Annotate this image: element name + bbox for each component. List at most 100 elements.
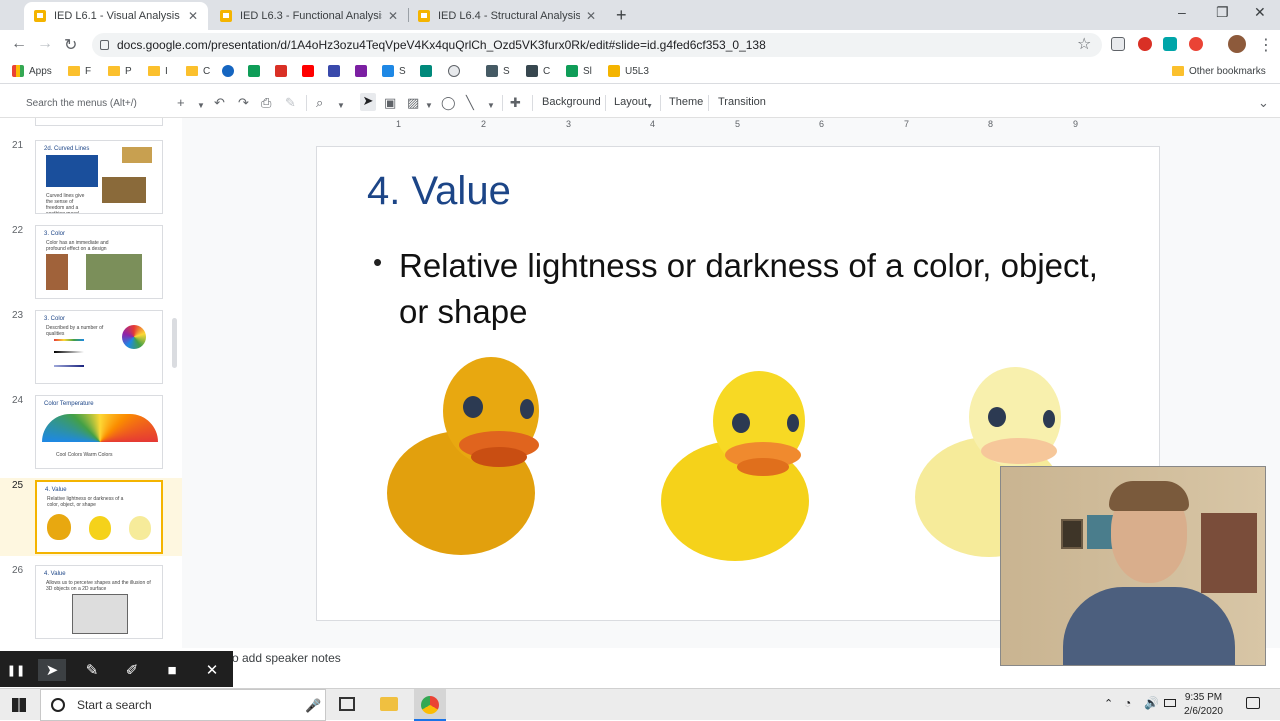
- bookmark-link[interactable]: C: [526, 63, 550, 79]
- collapse-toolbar-icon[interactable]: ⌄: [1258, 95, 1269, 111]
- close-tab-icon[interactable]: ✕: [188, 9, 198, 23]
- bookmark-link[interactable]: [355, 63, 372, 79]
- bookmark-link[interactable]: [328, 63, 345, 79]
- print-icon[interactable]: ⎙: [261, 95, 271, 111]
- bookmark-folder[interactable]: P: [108, 63, 132, 79]
- bookmark-link[interactable]: Sl: [566, 63, 592, 79]
- select-arrow-icon[interactable]: ➤: [360, 93, 376, 111]
- dark-duck-image[interactable]: [381, 353, 541, 558]
- forward-arrow-icon[interactable]: →: [37, 35, 53, 53]
- layout-button[interactable]: Layout: [614, 96, 647, 108]
- slide-thumbnail[interactable]: 3. Color Color has an immediate and prof…: [35, 225, 163, 299]
- browser-tab-active[interactable]: IED L6.1 - Visual Analysis - Googl ✕: [24, 2, 208, 30]
- bookmark-link[interactable]: [302, 63, 319, 79]
- back-arrow-icon[interactable]: ←: [11, 35, 27, 53]
- volume-icon[interactable]: 🔊: [1144, 696, 1159, 710]
- maximize-window-icon[interactable]: ❐: [1216, 4, 1229, 21]
- slide-thumbnail-selected[interactable]: 4. Value Relative lightness or darkness …: [35, 480, 163, 554]
- pause-recording-button[interactable]: ❚❚: [2, 659, 30, 681]
- slide-thumbnail[interactable]: Color Temperature Cool Colors Warm Color…: [35, 395, 163, 469]
- wifi-icon[interactable]: ◔: [1124, 696, 1131, 710]
- slide-bullet-text[interactable]: Relative lightness or darkness of a colo…: [399, 243, 1119, 335]
- apps-bookmark[interactable]: Apps: [12, 63, 52, 79]
- dragon-photo: [122, 147, 152, 163]
- slide-thumbnail[interactable]: 2d. Curved Lines Curved lines give the s…: [35, 140, 163, 214]
- bookmark-link[interactable]: [222, 63, 239, 79]
- battery-icon[interactable]: [1164, 699, 1176, 707]
- url-omnibox[interactable]: docs.google.com/presentation/d/1A4oHz3oz…: [92, 33, 1102, 57]
- slide-thumbnail[interactable]: 4. Value Allows us to perceive shapes an…: [35, 565, 163, 639]
- taskbar-clock[interactable]: 9:35 PM 2/6/2020: [1184, 691, 1223, 719]
- bookmark-link[interactable]: S: [486, 63, 510, 79]
- browser-tab[interactable]: IED L6.3 - Functional Analysis (Re ✕: [210, 2, 408, 30]
- slide-title[interactable]: 4. Value: [367, 169, 511, 214]
- task-view-icon[interactable]: [339, 697, 355, 711]
- paint-format-icon[interactable]: ✎: [285, 95, 296, 111]
- background-button[interactable]: Background: [542, 96, 601, 108]
- pointer-tool-icon[interactable]: ➤: [38, 659, 66, 681]
- chevron-down-icon[interactable]: ▼: [337, 98, 345, 114]
- saturation-bar: [54, 365, 84, 367]
- text-box-icon[interactable]: ▣: [384, 95, 396, 111]
- close-tab-icon[interactable]: ✕: [586, 9, 596, 23]
- pen-tool-icon[interactable]: ✎: [78, 659, 106, 681]
- ruler-number: 6: [819, 119, 825, 129]
- chevron-down-icon[interactable]: ▼: [197, 98, 205, 114]
- slide-thumbnail[interactable]: [35, 118, 163, 126]
- line-icon[interactable]: ╲: [466, 95, 474, 111]
- close-recorder-button[interactable]: ✕: [198, 659, 226, 681]
- undo-icon[interactable]: ↶: [214, 95, 225, 111]
- menu-search-input[interactable]: Search the menus (Alt+/): [20, 92, 168, 114]
- minimize-window-icon[interactable]: –: [1178, 4, 1186, 20]
- new-tab-button[interactable]: +: [616, 5, 627, 26]
- medium-duck-image[interactable]: [655, 369, 815, 564]
- bookmark-link[interactable]: [248, 63, 265, 79]
- reload-icon[interactable]: ↻: [64, 35, 77, 55]
- thumbnail-body: Cool Colors Warm Colors: [56, 452, 113, 458]
- bookmark-link[interactable]: S: [382, 63, 406, 79]
- bookmark-star-icon[interactable]: ☆: [1077, 34, 1091, 54]
- cast-extension-icon[interactable]: [1111, 37, 1125, 51]
- microphone-icon[interactable]: 🎤: [305, 698, 321, 714]
- chevron-down-icon[interactable]: ▼: [487, 98, 495, 114]
- close-tab-icon[interactable]: ✕: [388, 9, 398, 23]
- bookmark-link[interactable]: [420, 63, 437, 79]
- notifications-icon[interactable]: [1246, 697, 1260, 709]
- chevron-down-icon[interactable]: ▼: [425, 98, 433, 114]
- zoom-icon[interactable]: ⌕: [316, 95, 323, 111]
- other-bookmarks-folder[interactable]: Other bookmarks: [1172, 63, 1266, 79]
- redo-icon[interactable]: ↷: [238, 95, 249, 111]
- bookmark-folder[interactable]: C: [186, 63, 210, 79]
- bookmark-link[interactable]: U5L3: [608, 63, 649, 79]
- wall-frame: [1087, 515, 1113, 549]
- webcam-toggle-icon[interactable]: ■: [158, 659, 186, 681]
- menu-kebab-icon[interactable]: ⋮: [1258, 35, 1274, 55]
- highlighter-tool-icon[interactable]: ✐: [118, 659, 146, 681]
- profile-avatar[interactable]: [1228, 35, 1246, 53]
- color-wheel-image: [122, 325, 146, 349]
- slide-thumbnail[interactable]: 3. Color Described by a number of qualit…: [35, 310, 163, 384]
- bookmark-folder[interactable]: F: [68, 63, 91, 79]
- bookmark-folder[interactable]: I: [148, 63, 168, 79]
- tray-chevron-icon[interactable]: ⌃: [1104, 697, 1113, 710]
- image-icon[interactable]: ▨: [407, 95, 419, 111]
- add-comment-icon[interactable]: ✚: [510, 95, 521, 111]
- notes-extension-icon[interactable]: [1163, 37, 1177, 51]
- transition-button[interactable]: Transition: [718, 96, 766, 108]
- browser-tab[interactable]: IED L6.4 - Structural Analysis (Re ✕: [408, 2, 606, 30]
- taskbar-search-input[interactable]: Start a search 🎤: [40, 689, 326, 721]
- chevron-down-icon[interactable]: ▼: [646, 99, 653, 115]
- speaker-notes-field[interactable]: o add speaker notes: [232, 651, 341, 665]
- windows-start-icon[interactable]: [12, 698, 26, 712]
- chrome-taskbar-button[interactable]: [414, 689, 446, 721]
- theme-button[interactable]: Theme: [669, 96, 703, 108]
- opera-extension-icon[interactable]: [1138, 37, 1152, 51]
- filmstrip-scrollbar[interactable]: [172, 318, 177, 368]
- shape-icon[interactable]: ◯: [441, 95, 456, 111]
- new-slide-icon[interactable]: +: [177, 95, 185, 111]
- screencast-extension-icon[interactable]: [1189, 37, 1203, 51]
- bookmark-link[interactable]: [275, 63, 292, 79]
- file-explorer-icon[interactable]: [380, 697, 398, 711]
- bookmark-link[interactable]: [448, 63, 465, 79]
- close-window-icon[interactable]: ✕: [1254, 4, 1266, 21]
